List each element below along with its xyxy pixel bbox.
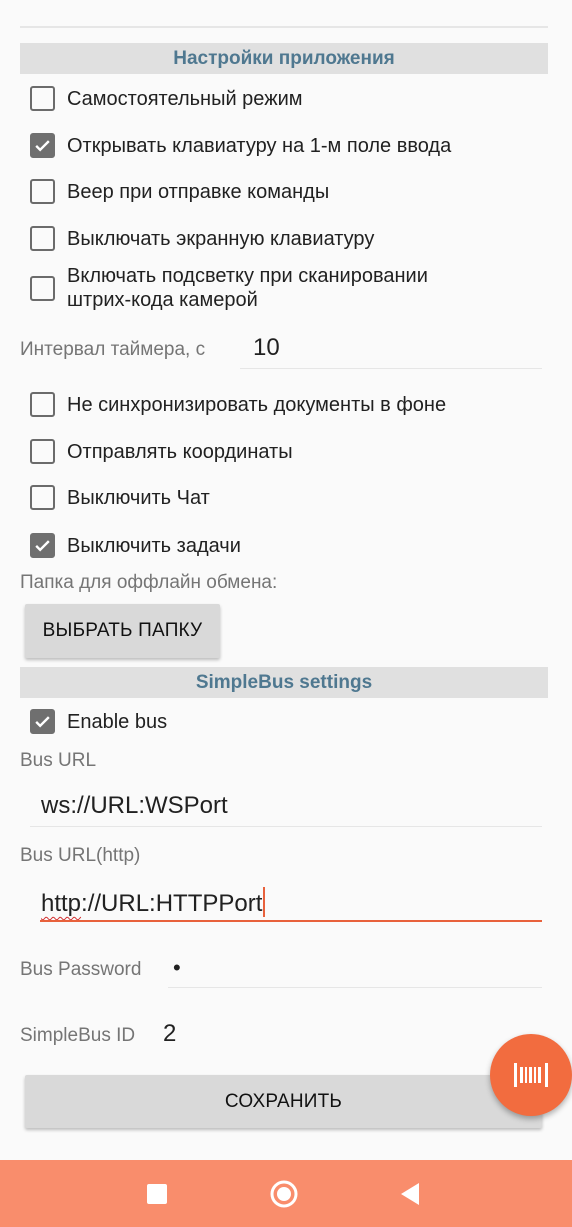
checkbox-label: Веер при отправке команды (67, 180, 330, 203)
bus-url-http-input[interactable]: http://URL:HTTPPort (41, 887, 266, 918)
checkbox-row-send-coords[interactable]: Отправлять координаты (30, 439, 293, 464)
checkmark-icon (35, 540, 50, 552)
section-header-simplebus: SimpleBus settings (20, 667, 548, 698)
checkbox-row-disable-keyboard[interactable]: Выключать экранную клавиатуру (30, 226, 374, 251)
checkbox[interactable] (30, 133, 55, 158)
checkbox[interactable] (30, 179, 55, 204)
checkbox-row-standalone[interactable]: Самостоятельный режим (30, 86, 303, 111)
timer-interval-underline (240, 368, 542, 369)
checkbox[interactable] (30, 439, 55, 464)
checkbox-row-disable-tasks[interactable]: Выключить задачи (30, 533, 241, 558)
checkbox-label-line2: штрих-кода камерой (67, 289, 258, 311)
nav-home-button[interactable] (254, 1160, 314, 1227)
square-icon (147, 1183, 167, 1204)
bus-password-underline (168, 987, 542, 988)
simplebus-id-label: SimpleBus ID (20, 1025, 136, 1046)
triangle-back-icon (401, 1182, 419, 1205)
checkbox[interactable] (30, 86, 55, 111)
checkbox-label: Выключить задачи (67, 534, 241, 557)
timer-interval-input[interactable]: 10 (253, 334, 280, 362)
circle-icon (270, 1180, 298, 1207)
offline-folder-label: Папка для оффлайн обмена: (20, 572, 278, 593)
bus-url-input[interactable]: ws://URL:WSPort (41, 792, 228, 820)
bus-url-http-text: ://URL:HTTPPort (81, 890, 263, 917)
checkbox-label: Enable bus (67, 710, 168, 733)
checkbox-label-line1: Включать подсветку при сканировании (67, 265, 428, 287)
bus-url-label: Bus URL (20, 750, 97, 771)
text-cursor (263, 887, 266, 917)
simplebus-id-input[interactable]: 2 (163, 1020, 176, 1048)
checkbox-label: Выключить Чат (67, 486, 210, 509)
choose-folder-button[interactable]: ВЫБРАТЬ ПАПКУ (25, 604, 220, 658)
checkbox[interactable] (30, 275, 55, 301)
checkbox[interactable] (30, 485, 55, 510)
checkbox-label: Самостоятельный режим (67, 87, 303, 110)
checkbox-label: Отправлять координаты (67, 440, 293, 463)
nav-back-button[interactable] (380, 1160, 440, 1227)
section-header-app-settings: Настройки приложения (20, 43, 548, 74)
checkmark-icon (35, 140, 50, 152)
misspelled-word: http (41, 890, 82, 917)
checkbox-row-open-keyboard[interactable]: Открывать клавиатуру на 1-м поле ввода (30, 133, 451, 158)
bus-url-http-underline (40, 920, 542, 922)
barcode-icon (514, 1063, 548, 1087)
system-navigation-bar (0, 1160, 572, 1227)
checkbox[interactable] (30, 392, 55, 417)
checkbox[interactable] (30, 533, 55, 558)
checkbox-label: Открывать клавиатуру на 1-м поле ввода (67, 134, 452, 157)
checkbox-row-enable-bus[interactable]: Enable bus (30, 709, 167, 734)
nav-recents-button[interactable] (127, 1160, 187, 1227)
checkbox-row-disable-chat[interactable]: Выключить Чат (30, 485, 210, 510)
bus-url-http-label: Bus URL(http) (20, 845, 141, 866)
checkbox-row-fan[interactable]: Веер при отправке команды (30, 179, 329, 204)
bus-password-input[interactable]: • (173, 955, 181, 981)
top-field-underline (20, 26, 548, 28)
checkbox-label: Не синхронизировать документы в фоне (67, 393, 447, 416)
bus-url-underline (30, 826, 542, 827)
checkbox-row-flashlight[interactable]: Включать подсветку при сканировании штри… (30, 264, 428, 312)
checkbox[interactable] (30, 226, 55, 251)
checkbox-row-no-sync[interactable]: Не синхронизировать документы в фоне (30, 392, 446, 417)
checkbox[interactable] (30, 709, 55, 734)
scan-barcode-button[interactable] (490, 1034, 572, 1116)
bus-password-label: Bus Password (20, 959, 142, 980)
checkbox-label: Включать подсветку при сканировании штри… (67, 264, 428, 312)
checkmark-icon (35, 716, 50, 728)
timer-interval-label: Интервал таймера, с (20, 339, 206, 360)
checkbox-label: Выключать экранную клавиатуру (67, 227, 375, 250)
save-button[interactable]: СОХРАНИТЬ (25, 1075, 542, 1128)
